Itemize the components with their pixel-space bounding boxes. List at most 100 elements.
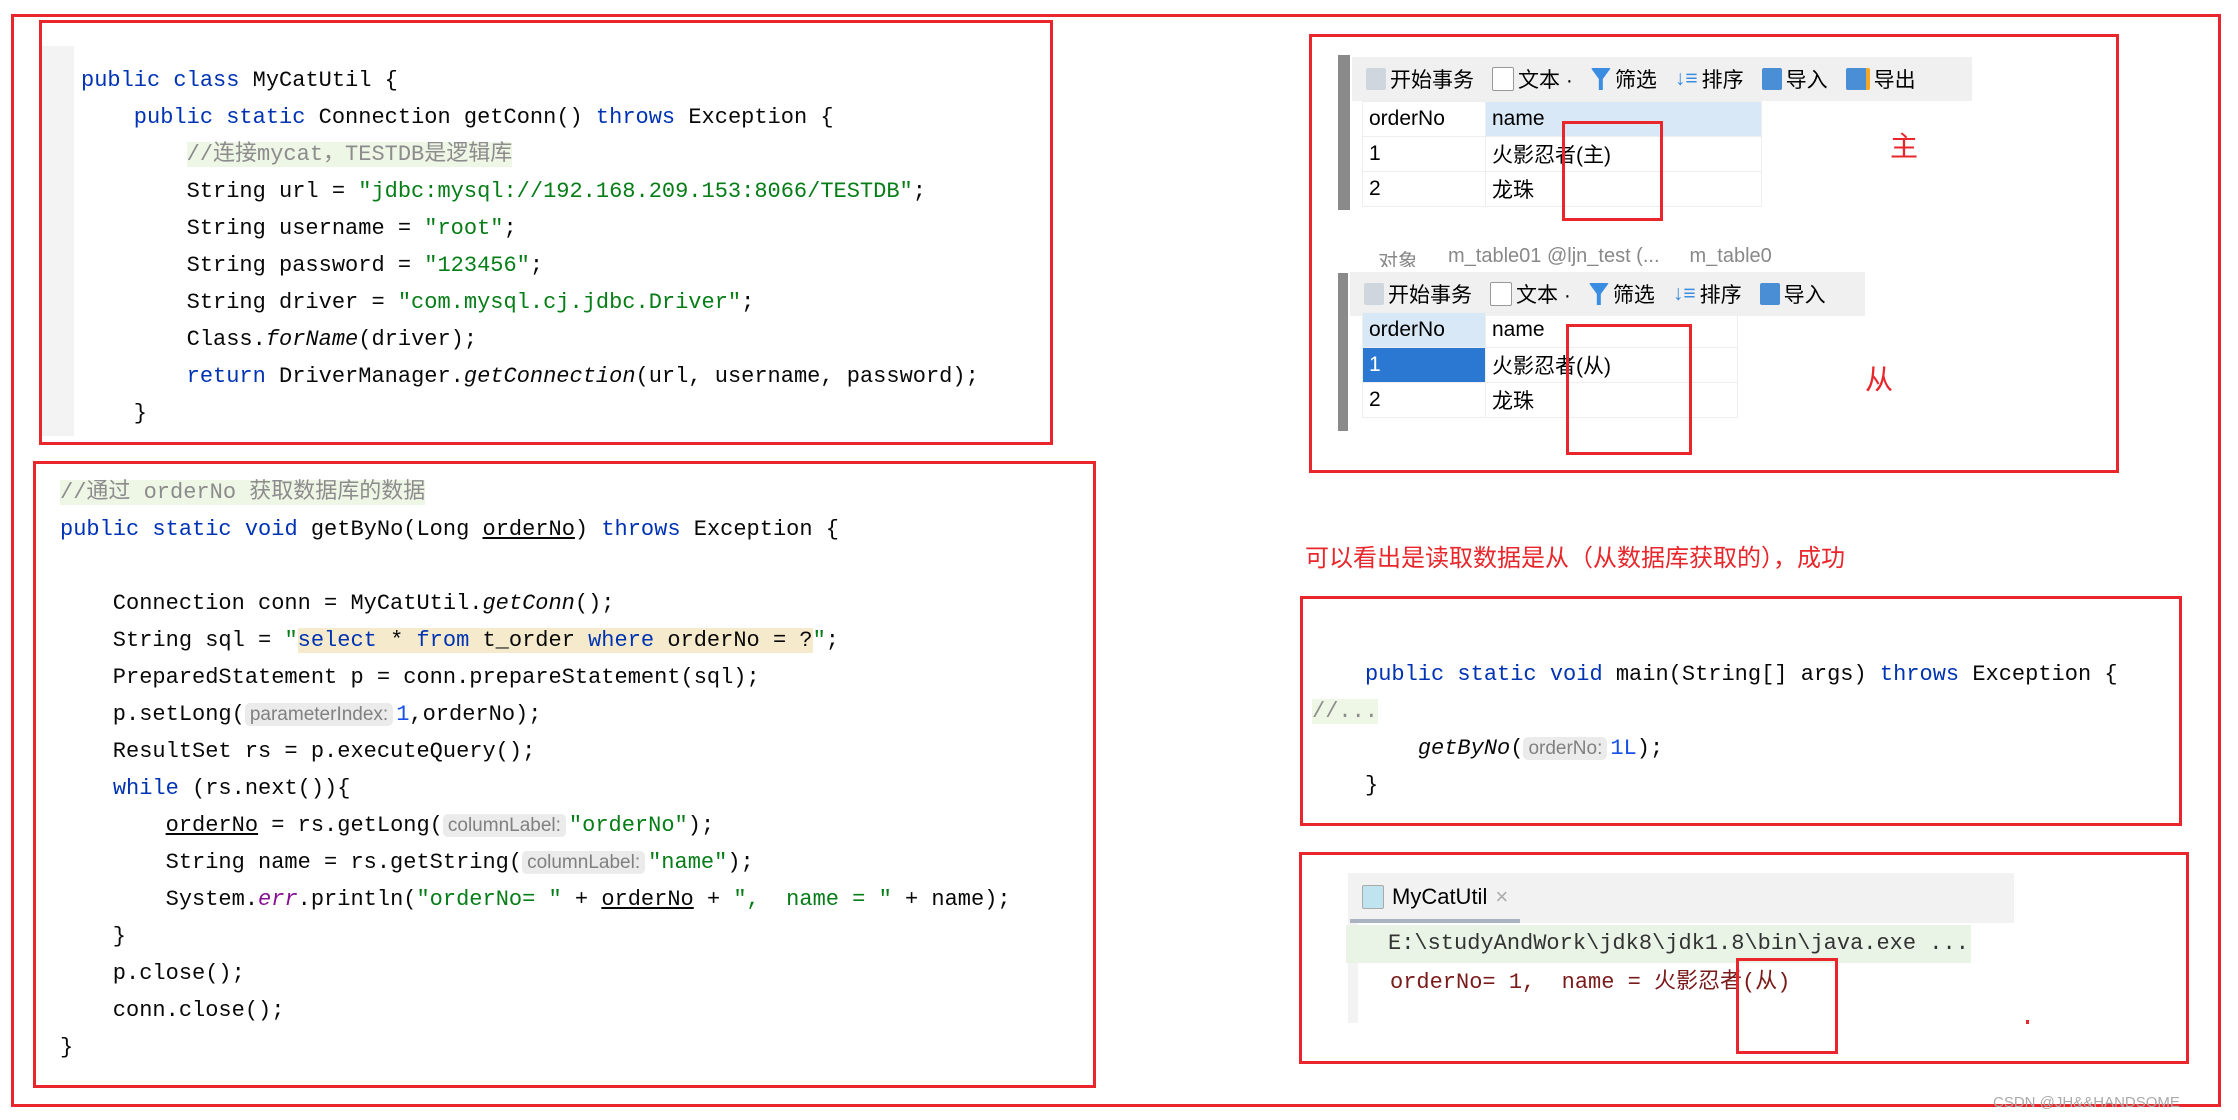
code-token: from	[416, 628, 483, 653]
parameter-hint: columnLabel:	[442, 814, 566, 837]
column-header[interactable]: orderNo	[1362, 312, 1486, 348]
console-output: orderNo= 1, name = 火影忍者(从)	[1390, 965, 1790, 1001]
label: 筛选	[1612, 284, 1655, 307]
label: 筛选	[1614, 69, 1657, 92]
code-line: String username = "root";	[81, 210, 517, 247]
code-token: 1	[396, 702, 410, 727]
code-line: //...	[1312, 693, 1379, 730]
code-line: String sql = "select * from t_order wher…	[60, 622, 839, 659]
filter-button[interactable]: 筛选	[1590, 64, 1657, 94]
code-line: p.setLong(parameterIndex: 1,orderNo);	[60, 696, 542, 733]
import-button[interactable]: 导入	[1761, 64, 1828, 94]
code-token: where	[588, 628, 668, 653]
code-token: String username =	[81, 216, 425, 241]
code-token: ;	[529, 253, 544, 278]
column-header[interactable]: orderNo	[1362, 101, 1486, 137]
code-token: ResultSet rs = p.executeQuery();	[60, 739, 536, 764]
code-token: +	[561, 887, 602, 912]
code-line: return DriverManager.getConnection(url, …	[81, 358, 979, 395]
db-toolbar-slave: 开始事务 文本 · 筛选 ↓≡ 排序 导入	[1350, 272, 1865, 316]
import-icon	[1759, 283, 1780, 305]
code-token: (url, username, password);	[635, 364, 979, 389]
code-line: String password = "123456";	[81, 247, 543, 284]
label: 排序	[1699, 284, 1742, 307]
code-token: public	[81, 68, 174, 93]
label: 导出	[1873, 69, 1916, 92]
tab-objects[interactable]: 对象	[1338, 245, 1418, 267]
code-token: String name = rs.getString(	[60, 850, 523, 875]
sort-icon: ↓≡	[1672, 282, 1696, 305]
code-token: getByNo	[1417, 736, 1511, 761]
code-token: class	[173, 68, 253, 93]
label: 开始事务	[1390, 69, 1474, 92]
code-token: ;	[503, 216, 517, 241]
tab-m-table01[interactable]: m_table01 @ljn_test (...	[1448, 245, 1660, 267]
code-token: );	[687, 813, 715, 838]
highlight-box	[1736, 958, 1838, 1054]
code-token: 1L	[1610, 736, 1637, 761]
command-text: E:\studyAndWork\jdk8\jdk1.8\bin\java.exe…	[1388, 931, 1969, 956]
begin-transaction-button[interactable]: 开始事务	[1364, 279, 1472, 309]
close-icon[interactable]: ×	[1495, 884, 1508, 910]
code-token: orderNo	[601, 887, 694, 912]
label: 导入	[1783, 284, 1826, 307]
text-button[interactable]: 文本 ·	[1490, 279, 1571, 309]
code-token: t_order	[482, 628, 589, 653]
code-line: }	[60, 1029, 73, 1066]
sort-button[interactable]: ↓≡ 排序	[1675, 64, 1744, 94]
code-token: +	[693, 887, 734, 912]
code-token: MyCatUtil {	[252, 68, 398, 93]
output-prefix: orderNo= 1, name =	[1390, 970, 1655, 995]
export-icon	[1845, 68, 1870, 90]
label: 文本 ·	[1518, 69, 1573, 92]
cell[interactable]: 1	[1362, 136, 1486, 172]
code-token: //...	[1312, 699, 1379, 724]
db-toolbar-master: 开始事务 文本 · 筛选 ↓≡ 排序 导入 导出	[1352, 57, 1972, 101]
import-button[interactable]: 导入	[1759, 279, 1826, 309]
code-token: (	[1510, 736, 1524, 761]
code-token: ;	[912, 179, 926, 204]
filter-button[interactable]: 筛选	[1588, 279, 1655, 309]
code-line: conn.close();	[60, 992, 285, 1029]
code-token: (driver);	[358, 327, 478, 352]
code-line: String driver = "com.mysql.cj.jdbc.Drive…	[81, 284, 755, 321]
code-token: }	[60, 924, 127, 949]
cell-selected[interactable]: 1	[1362, 347, 1486, 383]
code-token: String url =	[81, 179, 359, 204]
tab-m-table0[interactable]: m_table0	[1690, 245, 1772, 267]
console-tab[interactable]: MyCatUtil ×	[1350, 875, 1521, 923]
code-token: forName	[265, 327, 359, 352]
code-token: ()	[556, 105, 596, 130]
highlight-box	[1562, 121, 1663, 221]
code-token: );	[1636, 736, 1664, 761]
begin-transaction-button[interactable]: 开始事务	[1366, 64, 1474, 94]
code-token: "	[812, 628, 826, 653]
code-line: }	[60, 918, 126, 955]
text-button[interactable]: 文本 ·	[1492, 64, 1573, 94]
code-token: void	[1549, 662, 1616, 687]
panel-edge	[1338, 55, 1350, 210]
code-token: throws	[595, 105, 689, 130]
tab-label: MyCatUtil	[1392, 884, 1488, 909]
sort-button[interactable]: ↓≡ 排序	[1673, 279, 1742, 309]
code-token: conn.close();	[60, 998, 285, 1023]
code-line: while (rs.next()){	[60, 770, 351, 807]
filter-icon	[1590, 68, 1611, 90]
code-token: p.setLong(	[60, 702, 245, 727]
code-token: Exception {	[688, 105, 834, 130]
code-line: System.err.println("orderNo= " + orderNo…	[60, 881, 1011, 918]
export-button[interactable]: 导出	[1845, 64, 1916, 94]
code-token: ", name = "	[733, 887, 892, 912]
watermark: CSDN @JH&&HANDSOME	[1993, 1094, 2180, 1111]
cell[interactable]: 2	[1362, 382, 1486, 418]
cell[interactable]: 2	[1362, 171, 1486, 207]
console-command: E:\studyAndWork\jdk8\jdk1.8\bin\java.exe…	[1346, 925, 1971, 963]
code-token: public	[60, 517, 153, 542]
highlight-box	[1566, 324, 1692, 455]
code-token: getConn	[463, 105, 557, 130]
code-token: err	[258, 887, 298, 912]
code-token: Exception {	[1972, 662, 2118, 687]
code-token: Connection	[318, 105, 464, 130]
